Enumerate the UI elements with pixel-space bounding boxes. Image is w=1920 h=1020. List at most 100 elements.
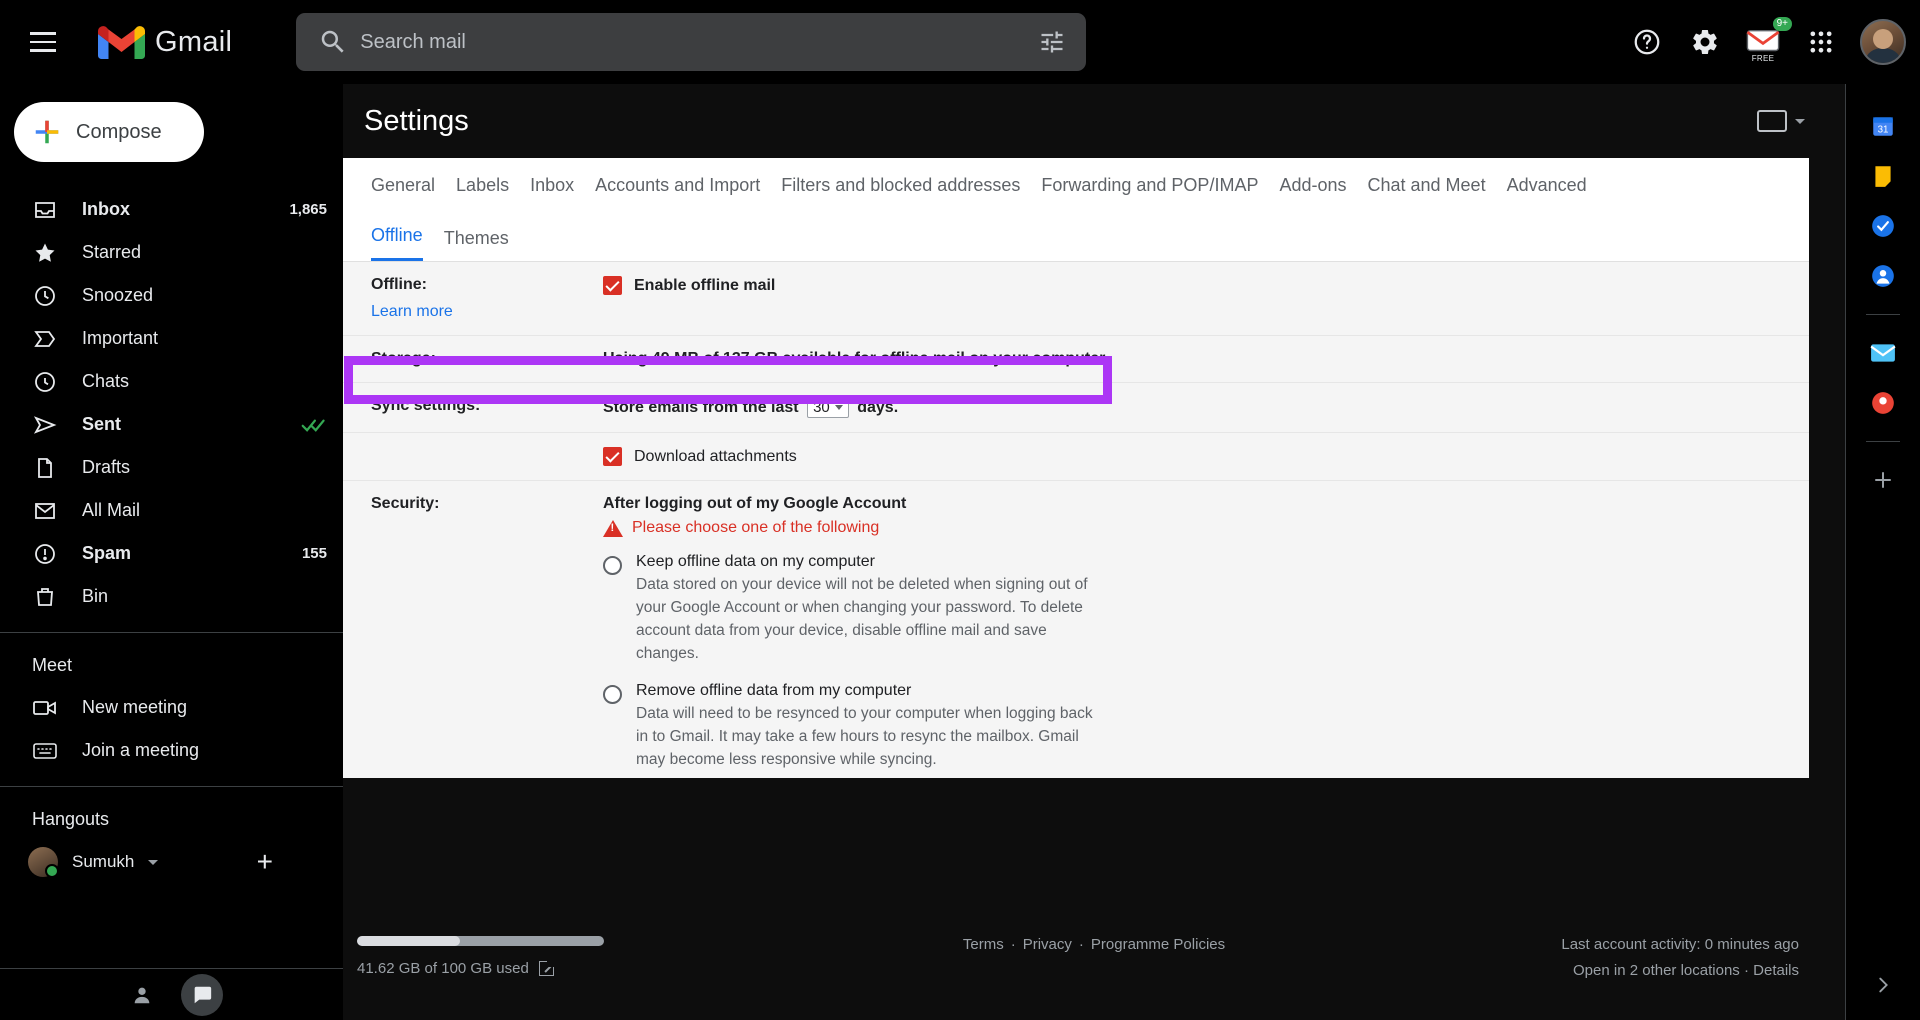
sidebar-bottom-bar [0, 968, 343, 1020]
person-icon[interactable] [121, 974, 163, 1016]
radio-remove-offline-data[interactable]: Remove offline data from my computer Dat… [603, 682, 1781, 772]
open-locations-row: Open in 2 other locations · Details [1561, 958, 1799, 984]
sync-settings-value: Store emails from the last 30 days. [603, 397, 1781, 418]
send-icon [32, 412, 58, 438]
storage-usage-text: 41.62 GB of 100 GB used [357, 960, 529, 977]
calendar-icon[interactable]: 31 [1861, 104, 1905, 148]
video-camera-icon [32, 695, 58, 721]
sidebar-item-starred[interactable]: Starred [0, 231, 343, 274]
settings-card: General Labels Inbox Accounts and Import… [343, 158, 1809, 778]
tune-options-icon[interactable] [1038, 28, 1066, 56]
sidebar-item-new-meeting[interactable]: New meeting [0, 686, 343, 729]
free-storage-badge[interactable]: FREE 9+ [1736, 15, 1792, 69]
terms-link[interactable]: Terms [963, 936, 1004, 953]
chevron-right-icon[interactable] [1872, 974, 1894, 1002]
tasks-icon[interactable] [1861, 204, 1905, 248]
download-attachments-spacer [371, 447, 603, 466]
sidebar-item-label: Bin [82, 586, 109, 606]
security-warning: Please choose one of the following [603, 519, 1781, 537]
tab-general[interactable]: General [371, 175, 435, 196]
tab-offline[interactable]: Offline [371, 225, 423, 261]
download-attachments-value: Download attachments [603, 447, 1781, 466]
hangouts-user-row[interactable]: Sumukh + [0, 840, 343, 884]
enable-offline-mail-row[interactable]: Enable offline mail [603, 276, 1781, 295]
gear-icon[interactable] [1678, 15, 1732, 69]
gmail-logo[interactable]: Gmail [98, 25, 232, 60]
privacy-link[interactable]: Privacy [1023, 936, 1072, 953]
free-label: FREE [1751, 54, 1775, 63]
plus-icon[interactable] [1861, 458, 1905, 502]
tab-themes[interactable]: Themes [444, 228, 509, 261]
sidebar-item-label: Sent [82, 414, 122, 434]
sidebar-item-inbox[interactable]: Inbox 1,865 [0, 188, 343, 231]
sidebar-item-drafts[interactable]: Drafts [0, 446, 343, 489]
chevron-down-icon[interactable] [1795, 118, 1805, 124]
sidebar-item-spam[interactable]: Spam 155 [0, 532, 343, 575]
top-app-bar: Gmail FREE 9+ [0, 0, 1920, 84]
details-link[interactable]: Details [1753, 962, 1799, 979]
download-attachments-row[interactable]: Download attachments [603, 447, 1781, 466]
sidebar-item-chats[interactable]: Chats [0, 360, 343, 403]
plus-icon[interactable]: + [257, 848, 273, 876]
mail-icon[interactable] [1861, 331, 1905, 375]
radio-title: Keep offline data on my computer [636, 553, 875, 570]
tab-chat-and-meet[interactable]: Chat and Meet [1368, 175, 1486, 196]
help-circle-icon[interactable] [1620, 15, 1674, 69]
search-bar[interactable] [296, 13, 1087, 71]
keep-notes-icon[interactable] [1861, 154, 1905, 198]
tab-forwarding-pop-imap[interactable]: Forwarding and POP/IMAP [1041, 175, 1258, 196]
contacts-icon[interactable] [1861, 254, 1905, 298]
sidebar-item-sent[interactable]: Sent [0, 403, 343, 446]
inbox-icon [32, 197, 58, 223]
tab-advanced[interactable]: Advanced [1507, 175, 1587, 196]
tab-inbox[interactable]: Inbox [530, 175, 574, 196]
sidebar-item-snoozed[interactable]: Snoozed [0, 274, 343, 317]
download-attachments-checkbox[interactable] [603, 447, 622, 466]
maps-icon[interactable] [1861, 381, 1905, 425]
open-locations-text: Open in 2 other locations [1573, 962, 1740, 980]
setting-row-storage: Storage: Using 49 MB of 137 GB available… [343, 336, 1809, 383]
chat-bubble-icon[interactable] [180, 973, 223, 1016]
sidebar-item-bin[interactable]: Bin [0, 575, 343, 618]
footer-separator-1: · [1010, 936, 1016, 953]
radio-button[interactable] [603, 556, 622, 575]
chevron-down-icon[interactable] [148, 859, 159, 865]
store-days-value: 30 [813, 399, 830, 416]
enable-offline-mail-checkbox[interactable] [603, 276, 622, 295]
free-badge-count: 9+ [1772, 17, 1792, 31]
tab-accounts-import[interactable]: Accounts and Import [595, 175, 760, 196]
keyboard-icon [1757, 110, 1787, 132]
sidebar-item-label: Drafts [82, 457, 131, 477]
warning-triangle-icon [603, 519, 623, 537]
sidebar-item-join-meeting[interactable]: Join a meeting [0, 729, 343, 772]
open-in-new-icon[interactable] [538, 958, 557, 976]
learn-more-link[interactable]: Learn more [371, 303, 603, 321]
compose-button[interactable]: Compose [14, 102, 204, 162]
tab-labels[interactable]: Labels [456, 175, 509, 196]
tab-add-ons[interactable]: Add-ons [1279, 175, 1346, 196]
setting-row-security: Security: After logging out of my Google… [343, 481, 1809, 778]
tab-filters-blocked[interactable]: Filters and blocked addresses [781, 175, 1020, 196]
svg-text:31: 31 [1878, 125, 1889, 136]
hamburger-menu-icon[interactable] [14, 13, 72, 71]
sidebar-item-all-mail[interactable]: All Mail [0, 489, 343, 532]
radio-keep-offline-data[interactable]: Keep offline data on my computer Data st… [603, 553, 1781, 666]
settings-tabs-row-1: General Labels Inbox Accounts and Import… [343, 158, 1809, 212]
label-important-icon [32, 326, 58, 352]
apps-grid-icon[interactable] [1794, 15, 1848, 69]
display-density-control[interactable] [1757, 110, 1805, 132]
rail-divider-2 [1866, 441, 1900, 442]
sidebar: Compose Inbox 1,865 Starred Snoozed Impo… [0, 84, 343, 1020]
user-avatar[interactable] [1860, 19, 1906, 65]
radio-button[interactable] [603, 684, 622, 704]
store-days-select[interactable]: 30 [807, 397, 849, 418]
programme-policies-link[interactable]: Programme Policies [1091, 936, 1225, 953]
chevron-down-icon [834, 405, 843, 410]
page-header: Settings [343, 84, 1845, 158]
sidebar-item-count: 1,865 [289, 201, 327, 218]
search-input[interactable] [360, 30, 1039, 54]
trash-icon [32, 584, 58, 610]
compose-label: Compose [76, 120, 162, 143]
setting-row-offline: Offline: Learn more Enable offline mail [343, 262, 1809, 336]
sidebar-item-important[interactable]: Important [0, 317, 343, 360]
